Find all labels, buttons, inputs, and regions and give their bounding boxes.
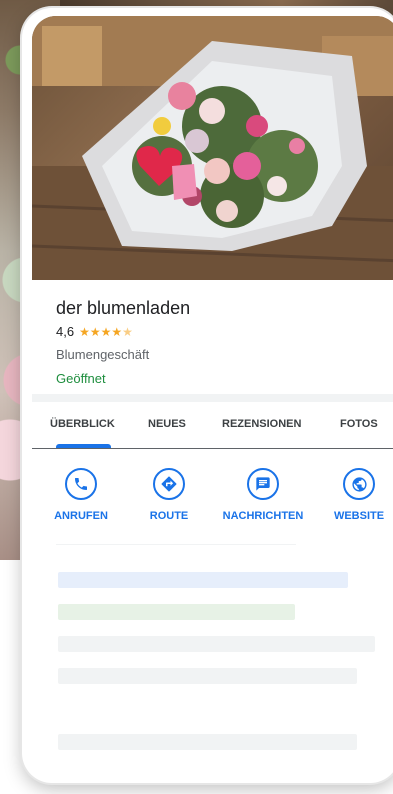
phone-frame: der blumenladen 4,6 ★★★★★ Blumengeschäft… xyxy=(22,8,393,783)
place-category: Blumengeschäft xyxy=(56,347,150,362)
maps-place-card: der blumenladen 4,6 ★★★★★ Blumengeschäft… xyxy=(32,16,393,773)
route-button[interactable]: ROUTE xyxy=(124,468,214,522)
place-name: der blumenladen xyxy=(56,298,191,318)
place-hero-photo[interactable] xyxy=(32,16,393,280)
tab-reviews[interactable]: REZENSIONEN xyxy=(222,418,301,430)
call-button[interactable]: ANRUFEN xyxy=(36,468,126,522)
content-divider xyxy=(56,544,296,545)
tab-bar: ÜBERBLICK NEUES REZENSIONEN FOTOS xyxy=(32,402,393,449)
tab-news[interactable]: NEUES xyxy=(148,418,186,430)
placeholder-line xyxy=(58,636,375,652)
placeholder-line xyxy=(58,734,357,750)
route-label: ROUTE xyxy=(149,510,189,522)
placeholder-line xyxy=(58,572,348,588)
open-status: Geöffnet xyxy=(56,371,106,386)
placeholder-line xyxy=(58,604,295,620)
placeholder-line xyxy=(58,668,357,684)
rating-row[interactable]: 4,6 ★★★★★ xyxy=(56,324,133,339)
messages-label: NACHRICHTEN xyxy=(222,510,304,522)
website-button[interactable]: WEBSITE xyxy=(314,468,393,522)
message-icon xyxy=(247,468,279,500)
phone-icon xyxy=(65,468,97,500)
tab-active-indicator xyxy=(56,444,111,448)
messages-button[interactable]: NACHRICHTEN xyxy=(218,468,308,522)
call-label: ANRUFEN xyxy=(54,510,108,522)
rating-value: 4,6 xyxy=(56,324,75,339)
directions-icon xyxy=(153,468,185,500)
tab-overview[interactable]: ÜBERBLICK xyxy=(50,418,115,430)
globe-icon xyxy=(343,468,375,500)
website-label: WEBSITE xyxy=(333,510,385,522)
tab-photos[interactable]: FOTOS xyxy=(340,418,378,430)
rating-stars: ★★★★★ xyxy=(79,324,133,339)
section-divider xyxy=(32,394,393,402)
